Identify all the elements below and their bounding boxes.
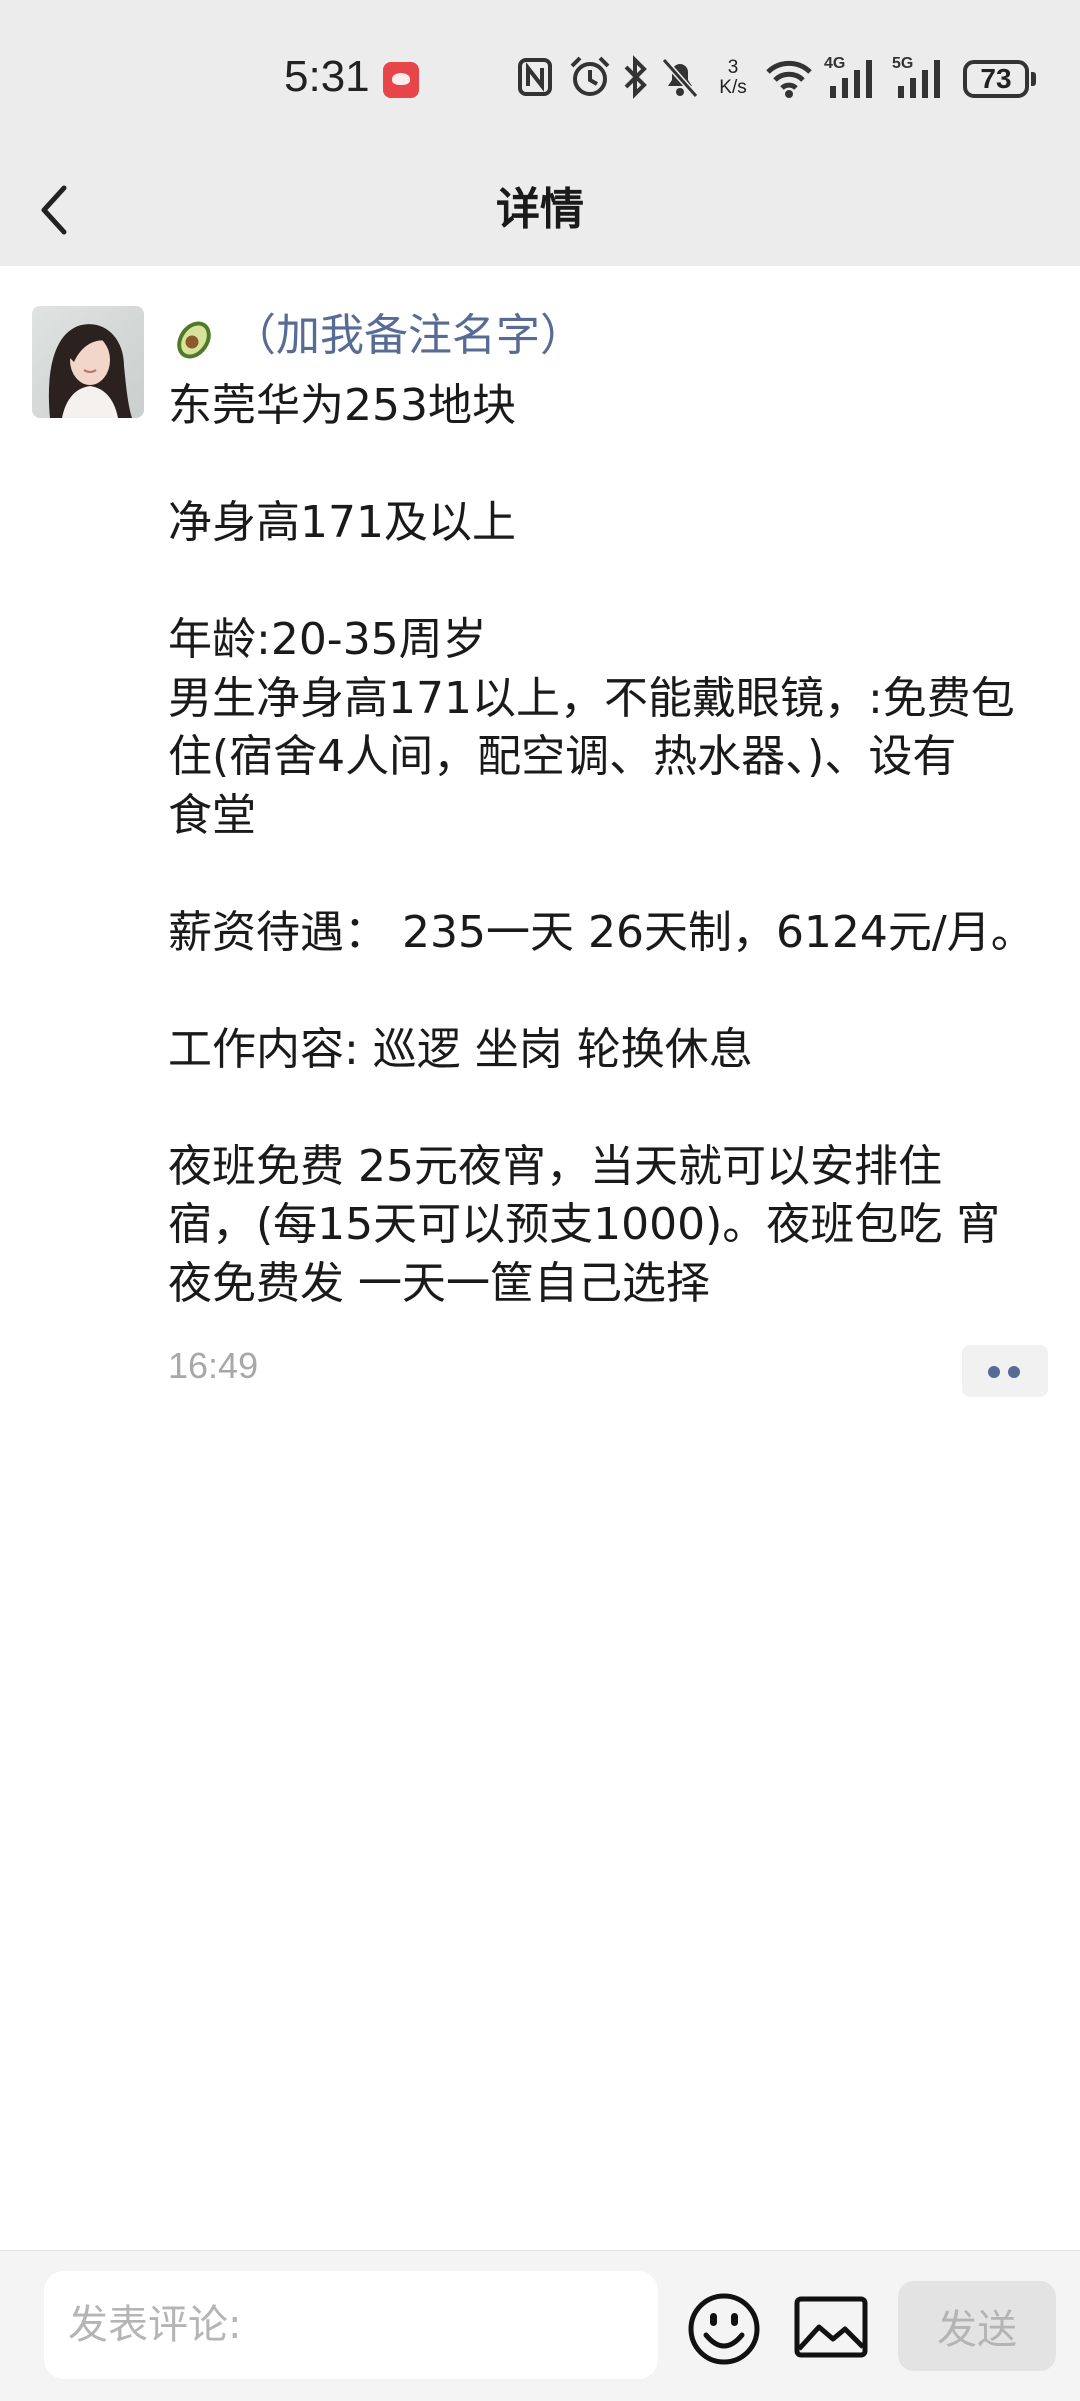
comment-input[interactable]: [44, 2271, 658, 2379]
signal-4g-icon: 4G: [824, 55, 872, 98]
image-icon[interactable]: [793, 2295, 869, 2359]
post-line: 净身高171及以上: [168, 497, 516, 548]
net-speed-unit: K/s: [719, 77, 747, 98]
post-content: 东莞华为253地块 净身高171及以上 年龄:20-35周岁男生净身高171以上，不…: [168, 377, 1058, 1313]
post-time: 16:49: [168, 1345, 259, 1386]
status-bar: 5:31 3 K/s 4G 5G 73: [0, 0, 1080, 160]
avocado-icon: [177, 321, 211, 359]
post-line: 工作内容: 巡逻 坐岗 轮换休息: [168, 1023, 753, 1075]
svg-text:5G: 5G: [892, 55, 913, 72]
alarm-icon: [570, 56, 610, 96]
username-text: （加我备注名字）: [232, 310, 584, 361]
post-line: 薪资待遇： 235一天 26天制，6124元/月。: [168, 906, 1035, 958]
net-speed: 3 K/s: [710, 58, 756, 98]
signal-5g-icon: 5G: [892, 55, 940, 98]
net-speed-value: 3: [727, 57, 739, 78]
battery-tip: [1031, 72, 1036, 86]
nfc-icon: [518, 58, 552, 96]
dot-icon: [988, 1366, 1000, 1378]
chevron-left-icon[interactable]: [28, 170, 88, 250]
send-button[interactable]: 发送: [898, 2281, 1056, 2371]
bluetooth-icon: [624, 55, 647, 99]
status-time: 5:31: [284, 52, 370, 101]
battery-icon: 73: [963, 60, 1029, 98]
post-line: 男生净身高171以上，不能戴眼镜，:免费包: [168, 672, 1015, 724]
post-line: 东莞华为253地块: [168, 380, 516, 431]
avatar[interactable]: [32, 306, 144, 418]
post-line: 年龄:20-35周岁: [168, 614, 487, 665]
post-line: 住(宿舍4人间，配空调、热水器、)、设有: [168, 731, 957, 782]
wifi-icon: [766, 60, 812, 98]
huawei-badge-icon: [383, 62, 419, 98]
comment-bar: 发送: [0, 2250, 1080, 2401]
page-title: 详情: [496, 184, 584, 235]
mute-bell-icon: [661, 58, 699, 98]
nav-bar: 详情: [0, 160, 1080, 266]
more-options-button[interactable]: [962, 1345, 1048, 1397]
post-line: 夜班免费 25元夜宵，当天就可以安排住: [168, 1140, 942, 1192]
post-line: 食堂: [168, 789, 256, 841]
post-username[interactable]: （加我备注名字）: [168, 306, 584, 366]
svg-text:4G: 4G: [824, 55, 845, 72]
post-line: 夜免费发 一天一筐自己选择: [168, 1257, 710, 1309]
post-line: 宿，(每15天可以预支1000)。夜班包吃 宵: [168, 1199, 1001, 1250]
dot-icon: [1008, 1366, 1020, 1378]
emoji-icon[interactable]: [686, 2291, 762, 2367]
